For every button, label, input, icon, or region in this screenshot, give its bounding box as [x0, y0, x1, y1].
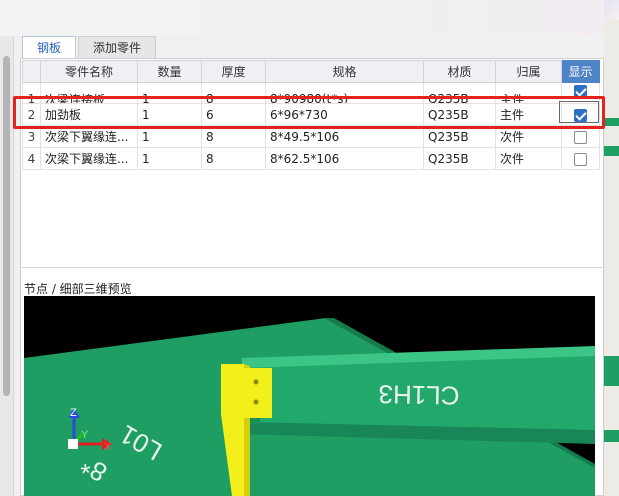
preview-title: 节点 / 细部三维预览 — [24, 282, 132, 296]
table-row[interactable]: 2 加劲板 1 6 6*96*730 Q235B 主件 — [22, 103, 600, 126]
spec-cell[interactable]: 8*62.5*106 — [265, 147, 424, 170]
tab-add-part[interactable]: 添加零件 — [78, 36, 157, 59]
tab-steel-plate[interactable]: 钢板 — [22, 36, 77, 60]
thickness-cell[interactable]: 8 — [201, 125, 266, 148]
thickness-cell[interactable]: 6 — [201, 103, 266, 126]
parts-table-container: 零件名称 数量 厚度 规格 材质 归属 显示 1 次梁连接板 1 8 8*909… — [22, 60, 602, 268]
window-top-background — [0, 0, 604, 36]
column-header-spec[interactable]: 规格 — [265, 60, 424, 83]
column-header-index — [22, 60, 41, 83]
right-top-background — [604, 0, 619, 20]
axis-y-label: Y — [81, 429, 89, 441]
thickness-cell[interactable]: 8 — [201, 147, 266, 170]
row-index: 4 — [22, 147, 41, 170]
table-header-row: 零件名称 数量 厚度 规格 材质 归属 显示 — [22, 60, 600, 83]
panel-tabs: 钢板 添加零件 — [22, 36, 158, 60]
thickness-cell[interactable]: 8 — [206, 92, 214, 103]
table-row[interactable]: 1 次梁连接板 1 8 8*90980(t*s) Q235B 主件 — [22, 82, 600, 104]
part-name-cell[interactable]: 加劲板 — [40, 103, 138, 126]
quantity-cell[interactable]: 1 — [142, 92, 150, 103]
3d-scene[interactable]: CL1H3 L01 8* Z Y X — [24, 296, 595, 496]
quantity-cell[interactable]: 1 — [137, 147, 202, 170]
material-cell[interactable]: Q235B — [423, 125, 496, 148]
app-window: 钢板 添加零件 零件名称 数量 厚度 规格 材质 归属 显示 1 次梁连接板 1… — [0, 0, 619, 496]
part-name-cell[interactable]: 次梁连接板 — [45, 93, 105, 103]
quantity-cell[interactable]: 1 — [137, 125, 202, 148]
material-cell[interactable]: Q235B — [423, 147, 496, 170]
axis-z-label: Z — [70, 407, 77, 419]
part-name-cell[interactable]: 次梁下翼缘连... — [40, 147, 138, 170]
spec-cell[interactable]: 8*49.5*106 — [265, 125, 424, 148]
column-header-show[interactable]: 显示 — [561, 60, 600, 83]
table-row[interactable]: 4 次梁下翼缘连... 1 8 8*62.5*106 Q235B 次件 — [22, 147, 600, 170]
show-checkbox[interactable] — [574, 108, 587, 122]
bolt-hole — [253, 379, 259, 385]
spec-cell[interactable]: 6*96*730 — [265, 103, 424, 126]
left-scrollbar[interactable] — [0, 36, 14, 496]
3d-preview-viewport[interactable]: CL1H3 L01 8* Z Y X — [24, 296, 595, 496]
material-cell[interactable]: Q235B — [428, 92, 469, 103]
owner-cell[interactable]: 主件 — [495, 103, 562, 126]
owner-cell[interactable]: 主件 — [500, 93, 524, 103]
owner-cell[interactable]: 次件 — [495, 125, 562, 148]
table-row[interactable]: 3 次梁下翼缘连... 1 8 8*49.5*106 Q235B 次件 — [22, 125, 600, 148]
part-name-cell[interactable]: 次梁下翼缘连... — [40, 125, 138, 148]
parts-table: 零件名称 数量 厚度 规格 材质 归属 显示 1 次梁连接板 1 8 8*909… — [22, 60, 600, 170]
spec-cell[interactable]: 8*90980(t*s) — [270, 92, 348, 103]
beam-label: CL1H3 — [378, 379, 459, 410]
row-index: 2 — [22, 103, 41, 126]
quantity-cell[interactable]: 1 — [137, 103, 202, 126]
column-header-material[interactable]: 材质 — [423, 60, 496, 83]
column-header-thickness[interactable]: 厚度 — [201, 60, 266, 83]
row-index: 3 — [22, 125, 41, 148]
show-checkbox[interactable] — [574, 130, 587, 144]
show-checkbox[interactable] — [574, 85, 587, 98]
show-checkbox[interactable] — [574, 152, 587, 166]
column-header-part-name[interactable]: 零件名称 — [40, 60, 138, 83]
column-header-owner[interactable]: 归属 — [495, 60, 562, 83]
axis-x-label: X — [104, 441, 112, 453]
connection-plate[interactable] — [228, 368, 272, 418]
material-cell[interactable]: Q235B — [423, 103, 496, 126]
bolt-hole — [253, 399, 259, 405]
right-background-strip — [604, 0, 619, 496]
owner-cell[interactable]: 次件 — [495, 147, 562, 170]
row-index: 1 — [27, 92, 36, 104]
left-scrollbar-thumb[interactable] — [3, 56, 10, 396]
column-header-quantity[interactable]: 数量 — [137, 60, 202, 83]
axis-origin — [68, 439, 78, 449]
